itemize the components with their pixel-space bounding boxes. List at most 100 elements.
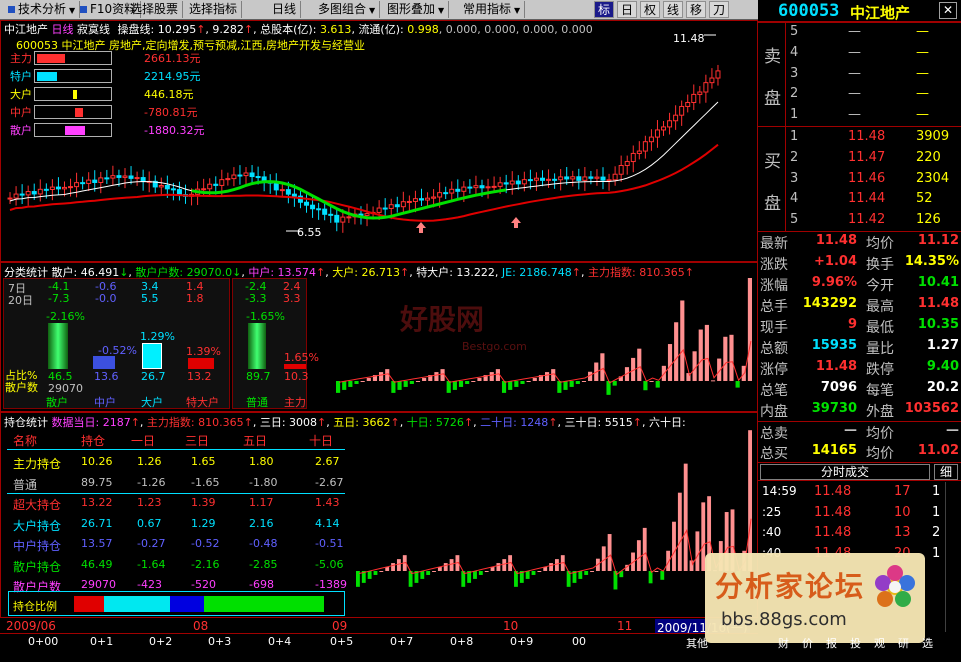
bottom-menu-1[interactable]: 价 [802, 635, 813, 651]
toolbar-btn-1[interactable]: 日 [617, 1, 637, 18]
candle-body [86, 179, 92, 184]
watermark-forum-url: bbs.88gs.com [721, 609, 847, 630]
menu-item-2[interactable]: 选择股票 [128, 1, 184, 18]
cls-cat-0: 散户 [46, 396, 68, 409]
tab-7[interactable]: 0+8 [450, 635, 473, 648]
sell-row-1[interactable]: 4 — — [758, 43, 961, 63]
tab-6[interactable]: 0+7 [390, 635, 413, 648]
volume-bar [748, 430, 752, 571]
hold-cell-0-1: 1.26 [137, 455, 162, 468]
volume-bar [432, 571, 436, 572]
tab-tick-trades[interactable]: 分时成交 [760, 464, 930, 480]
sell-vol-1: — [916, 44, 929, 60]
cls-row-val-1-0: -7.3 [48, 292, 70, 305]
menu-item-6[interactable]: 图形叠加 ▼ [385, 1, 450, 18]
flow-label-4: 散户 [10, 124, 32, 137]
quote-val-b-4: 10.35 [917, 317, 959, 332]
menu-item-3[interactable]: 选择指标 [187, 1, 243, 18]
candle-body [279, 189, 285, 192]
buy-row-2[interactable]: 3 11.46 2304 [758, 169, 961, 189]
hold-cell-0-3: 1.80 [249, 455, 274, 468]
toolbar-btn-4[interactable]: 移 [686, 1, 706, 18]
quote-val-a-0: 11.48 [815, 233, 857, 248]
cls-bottom-val-1: 13.6 [94, 370, 119, 383]
sell-level-0: 5 [790, 24, 799, 39]
hold-cell-1-3: -1.80 [249, 475, 278, 489]
quote-row-4: 现手 9 最低 10.35 [758, 316, 961, 337]
flow-value-3: -780.81元 [144, 106, 198, 119]
tab-2[interactable]: 0+2 [149, 635, 172, 648]
tab-5[interactable]: 0+5 [330, 635, 353, 648]
candle-body [213, 183, 219, 186]
candle-body [418, 198, 424, 201]
ratio-label: 持仓比例 [13, 600, 57, 613]
menu-item-5[interactable]: 多图组合 ▼ [316, 1, 381, 18]
buy-row-0[interactable]: 1 11.48 3909 [758, 127, 961, 147]
volume-bar [642, 527, 647, 571]
toolbar-btn-3[interactable]: 线 [663, 1, 683, 18]
candle-body [473, 185, 479, 189]
quote-label-a-8: 内盘 [760, 404, 788, 420]
buy-row-1[interactable]: 2 11.47 220 [758, 148, 961, 168]
tab-9[interactable]: 00 [572, 635, 586, 648]
tick-row-1: :25 11.48 10 1 [758, 503, 961, 523]
tab-3[interactable]: 0+3 [208, 635, 231, 648]
close-button[interactable]: ✕ [939, 2, 957, 19]
bottom-menu-5[interactable]: 研 [898, 635, 909, 651]
menu-item-label: 技术分析 [18, 2, 67, 16]
tab-0[interactable]: 0+00 [28, 635, 58, 648]
candle-body [515, 180, 521, 185]
bar-super [188, 358, 214, 369]
sell-row-4[interactable]: 1 — — [758, 105, 961, 125]
buy-row-3[interactable]: 4 11.44 52 [758, 189, 961, 209]
totals-panel: 总卖 — 均价 — 总买 14165 均价 11.02 [758, 422, 961, 462]
toolbar-btn-2[interactable]: 权 [640, 1, 660, 18]
sell-row-3[interactable]: 2 — — [758, 84, 961, 104]
candle-body [540, 177, 545, 181]
sell-row-0[interactable]: 5 — — [758, 22, 961, 42]
candle-body [237, 174, 243, 177]
bottom-menu-0[interactable]: 财 [778, 635, 789, 651]
menu-item-4[interactable]: 日线 [270, 1, 302, 18]
volume-bar [443, 563, 448, 571]
sell-row-2[interactable]: 3 — — [758, 64, 961, 84]
buy-price-2: 11.46 [848, 170, 886, 186]
toolbar-btn-5[interactable]: 刀 [709, 1, 729, 18]
volume-bar [520, 381, 525, 384]
bottom-menu: 财价报投观研选 [778, 634, 948, 650]
candle-body [122, 175, 128, 178]
hold-col-0: 名称 [13, 434, 38, 448]
tab-detail[interactable]: 细 [934, 464, 958, 480]
menu-item-0[interactable]: 技术分析 ▼ [6, 1, 81, 18]
tab-8[interactable]: 0+9 [510, 635, 533, 648]
candle-body [533, 177, 539, 181]
volume-bar [680, 300, 685, 381]
volume-bar [563, 381, 568, 390]
tick-scrollbar[interactable] [945, 482, 959, 632]
candle-body [673, 114, 679, 122]
quote-row-8: 内盘 39730 外盘 103562 [758, 400, 961, 421]
candle-body [170, 188, 176, 191]
toolbar-btn-0[interactable]: 标 [594, 1, 614, 18]
tab-1[interactable]: 0+1 [90, 635, 113, 648]
tab-4[interactable]: 0+4 [268, 635, 291, 648]
hold-col-4: 五日 [243, 434, 268, 448]
bottom-menu-6[interactable]: 选 [922, 635, 933, 651]
buy-book: 1 11.48 3909 2 11.47 220 3 11.46 2304 4 11.44 52 5 11… [758, 127, 961, 231]
candle-body [334, 214, 340, 223]
hold-cell-2-2: 1.39 [191, 496, 216, 509]
bottom-menu-2[interactable]: 报 [826, 635, 837, 651]
candle-body [116, 175, 122, 178]
quote-val-a-2: 9.96% [811, 275, 857, 290]
sell-price-2: — [848, 65, 861, 81]
quote-val-a-5: 15935 [811, 338, 857, 353]
buy-vol-0: 3909 [916, 129, 950, 144]
candle-body [558, 176, 564, 181]
bottom-menu-3[interactable]: 投 [850, 635, 861, 651]
quote-val-a-6: 11.48 [815, 359, 857, 374]
menu-item-7[interactable]: 常用指标 ▼ [461, 1, 526, 18]
buy-row-4[interactable]: 5 11.42 126 [758, 210, 961, 230]
bottom-menu-4[interactable]: 观 [874, 635, 885, 651]
sell-level-1: 4 [790, 44, 799, 60]
tick-row-0: 14:59 11.48 17 1 [758, 482, 961, 502]
